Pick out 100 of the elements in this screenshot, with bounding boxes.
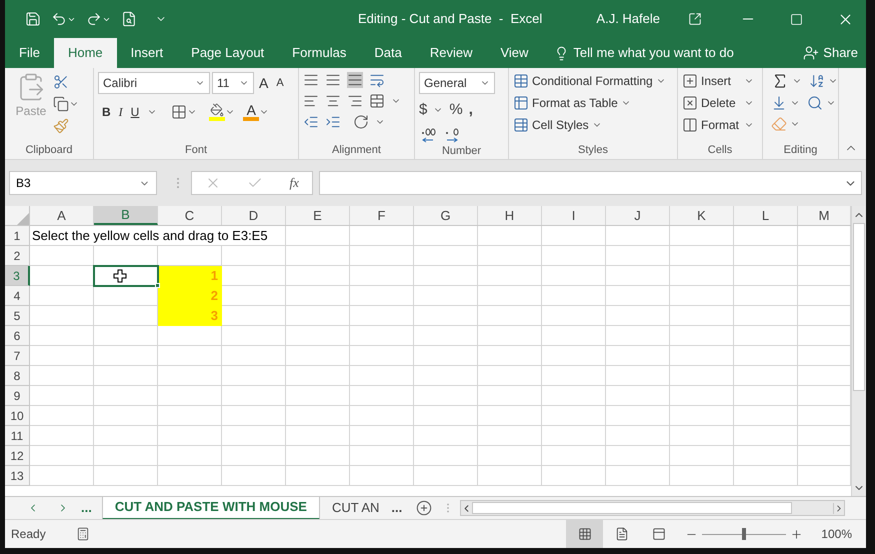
cells-menu-button[interactable]: Delete: [701, 94, 741, 112]
merge-center-icon[interactable]: [369, 93, 385, 109]
horizontal-scrollbar[interactable]: [460, 500, 846, 516]
share-button[interactable]: Share: [803, 38, 858, 68]
insert-cells-icon[interactable]: [682, 73, 698, 89]
save-icon[interactable]: [25, 11, 41, 27]
ribbon-tab[interactable]: Data: [360, 38, 416, 68]
increase-indent-icon[interactable]: [325, 114, 341, 130]
row-header[interactable]: 9: [5, 386, 30, 406]
styles-menu-button[interactable]: Format as Table: [532, 94, 618, 112]
row-header[interactable]: 10: [5, 406, 30, 426]
column-header[interactable]: H: [478, 206, 542, 225]
font-size-field[interactable]: 11: [212, 72, 254, 94]
format-cells-icon[interactable]: [682, 117, 698, 133]
ribbon-tab[interactable]: Formulas: [278, 38, 360, 68]
align-right-icon[interactable]: [347, 93, 363, 109]
sheet-tab[interactable]: CUT AN: [320, 496, 392, 520]
row-header[interactable]: 2: [5, 246, 30, 266]
zoom-slider-thumb[interactable]: [742, 528, 746, 540]
insert-function-button[interactable]: fx: [290, 173, 299, 193]
ribbon-tab[interactable]: Page Layout: [177, 38, 278, 68]
row-header[interactable]: 4: [5, 286, 30, 306]
decrease-decimal-icon[interactable]: [443, 126, 461, 142]
comma-button[interactable]: ,: [468, 99, 473, 122]
cells-menu-button[interactable]: Insert: [701, 72, 741, 90]
sort-filter-icon[interactable]: [809, 73, 825, 89]
column-header[interactable]: L: [734, 206, 798, 225]
decrease-indent-icon[interactable]: [303, 114, 319, 130]
orientation-icon[interactable]: [353, 114, 369, 130]
zoom-in-icon[interactable]: [790, 528, 804, 540]
styles-menu-button[interactable]: Conditional Formatting: [532, 72, 653, 90]
undo-icon[interactable]: [51, 11, 67, 27]
row-header[interactable]: 1: [5, 226, 30, 246]
tell-me-field[interactable]: Tell me what you want to do: [573, 43, 754, 63]
borders-icon[interactable]: [171, 104, 188, 120]
search-icon[interactable]: [807, 95, 823, 111]
print-preview-icon[interactable]: [121, 11, 137, 27]
grow-font-button[interactable]: A: [256, 72, 272, 94]
normal-view-button[interactable]: [566, 520, 604, 548]
cut-icon[interactable]: [53, 74, 69, 90]
ribbon-tab[interactable]: Home: [54, 38, 117, 68]
row-header[interactable]: 5: [5, 306, 30, 326]
copy-icon[interactable]: [53, 96, 69, 112]
name-box[interactable]: B3: [9, 171, 157, 195]
column-header[interactable]: B: [94, 206, 158, 225]
row-header[interactable]: 7: [5, 346, 30, 366]
percent-button[interactable]: %: [449, 99, 463, 122]
ribbon-tab[interactable]: File: [5, 38, 54, 68]
bottom-align-icon[interactable]: [347, 72, 363, 88]
column-header[interactable]: D: [222, 206, 286, 225]
format-table-icon[interactable]: [513, 95, 529, 111]
zoom-level[interactable]: 100%: [821, 525, 852, 543]
fill-handle[interactable]: [155, 283, 160, 288]
wrap-text-icon[interactable]: [369, 72, 385, 88]
cell-styles-icon[interactable]: [513, 117, 529, 133]
delete-cells-icon[interactable]: [682, 95, 698, 111]
cells-menu-button[interactable]: Format: [701, 116, 741, 134]
scrollbar-thumb[interactable]: [853, 223, 865, 391]
scrollbar-thumb[interactable]: [472, 502, 792, 514]
shrink-font-button[interactable]: A: [273, 74, 287, 92]
more-sheets-ellipsis[interactable]: ...: [81, 498, 92, 518]
sheet-tab[interactable]: CUT AND PASTE WITH MOUSE: [102, 496, 320, 520]
row-header[interactable]: 13: [5, 466, 30, 486]
row-header[interactable]: 12: [5, 446, 30, 466]
row-header[interactable]: 11: [5, 426, 30, 446]
row-header[interactable]: 8: [5, 366, 30, 386]
column-header[interactable]: I: [542, 206, 606, 225]
zoom-slider-track[interactable]: [702, 527, 786, 541]
font-name-field[interactable]: Calibri: [98, 72, 210, 94]
row-header[interactable]: 3: [5, 266, 30, 286]
increase-decimal-icon[interactable]: [419, 126, 437, 142]
formula-field[interactable]: [319, 171, 862, 195]
currency-button[interactable]: $: [419, 99, 428, 122]
italic-button[interactable]: I: [118, 103, 123, 121]
column-header[interactable]: K: [670, 206, 734, 225]
fill-color-icon[interactable]: [209, 103, 226, 121]
ribbon-tab[interactable]: View: [486, 38, 542, 68]
column-header[interactable]: F: [350, 206, 414, 225]
styles-menu-button[interactable]: Cell Styles: [532, 116, 589, 134]
ribbon-tab[interactable]: Review: [416, 38, 486, 68]
middle-align-icon[interactable]: [325, 72, 341, 88]
bold-button[interactable]: B: [102, 103, 111, 121]
conditional-formatting-icon[interactable]: [513, 73, 529, 89]
add-sheet-icon[interactable]: [416, 500, 432, 516]
macro-record-icon[interactable]: [76, 527, 90, 541]
more-sheets-ellipsis[interactable]: ...: [391, 498, 402, 518]
vertical-scrollbar[interactable]: [851, 206, 866, 496]
align-center-icon[interactable]: [325, 93, 341, 109]
redo-icon[interactable]: [86, 11, 102, 27]
column-header[interactable]: G: [414, 206, 478, 225]
ribbon-tab[interactable]: Insert: [116, 38, 178, 68]
align-left-icon[interactable]: [303, 93, 319, 109]
font-color-button[interactable]: A: [243, 103, 260, 121]
underline-button[interactable]: U: [130, 103, 140, 121]
maximize-icon[interactable]: [790, 12, 803, 26]
column-header[interactable]: E: [286, 206, 350, 225]
number-format-field[interactable]: General: [419, 72, 495, 94]
column-header[interactable]: C: [158, 206, 222, 225]
top-align-icon[interactable]: [303, 72, 319, 88]
fill-icon[interactable]: [771, 95, 787, 111]
